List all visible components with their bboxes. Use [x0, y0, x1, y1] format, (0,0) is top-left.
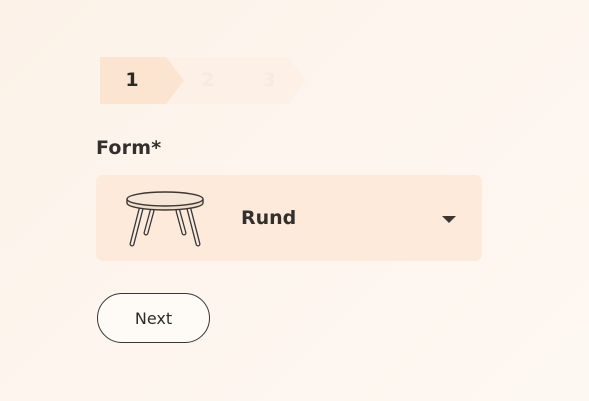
round-table-icon	[126, 191, 204, 247]
select-value: Rund	[241, 207, 297, 229]
step-3-label[interactable]: 3	[257, 57, 281, 104]
form-field-label: Form*	[96, 137, 162, 159]
step-1-label[interactable]: 1	[120, 57, 144, 104]
stepper: 1 2 3	[100, 57, 310, 104]
next-button[interactable]: Next	[97, 293, 210, 343]
step-2-label[interactable]: 2	[196, 57, 220, 104]
form-select[interactable]: Rund	[96, 175, 482, 261]
caret-down-icon[interactable]	[442, 216, 456, 223]
